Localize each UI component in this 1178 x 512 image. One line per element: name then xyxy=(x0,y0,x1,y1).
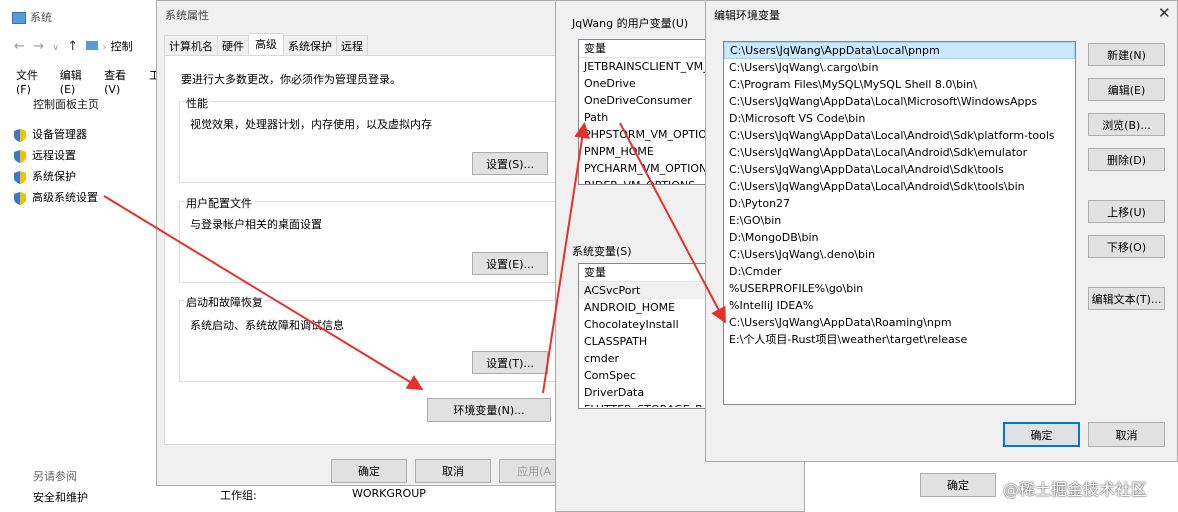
arrow-to-new-path xyxy=(619,122,726,324)
annotation-arrows xyxy=(103,122,726,394)
arrow-to-path xyxy=(542,122,591,394)
watermark: @稀土掘金技术社区 xyxy=(1003,480,1148,499)
arrow-to-env-button xyxy=(103,195,424,391)
